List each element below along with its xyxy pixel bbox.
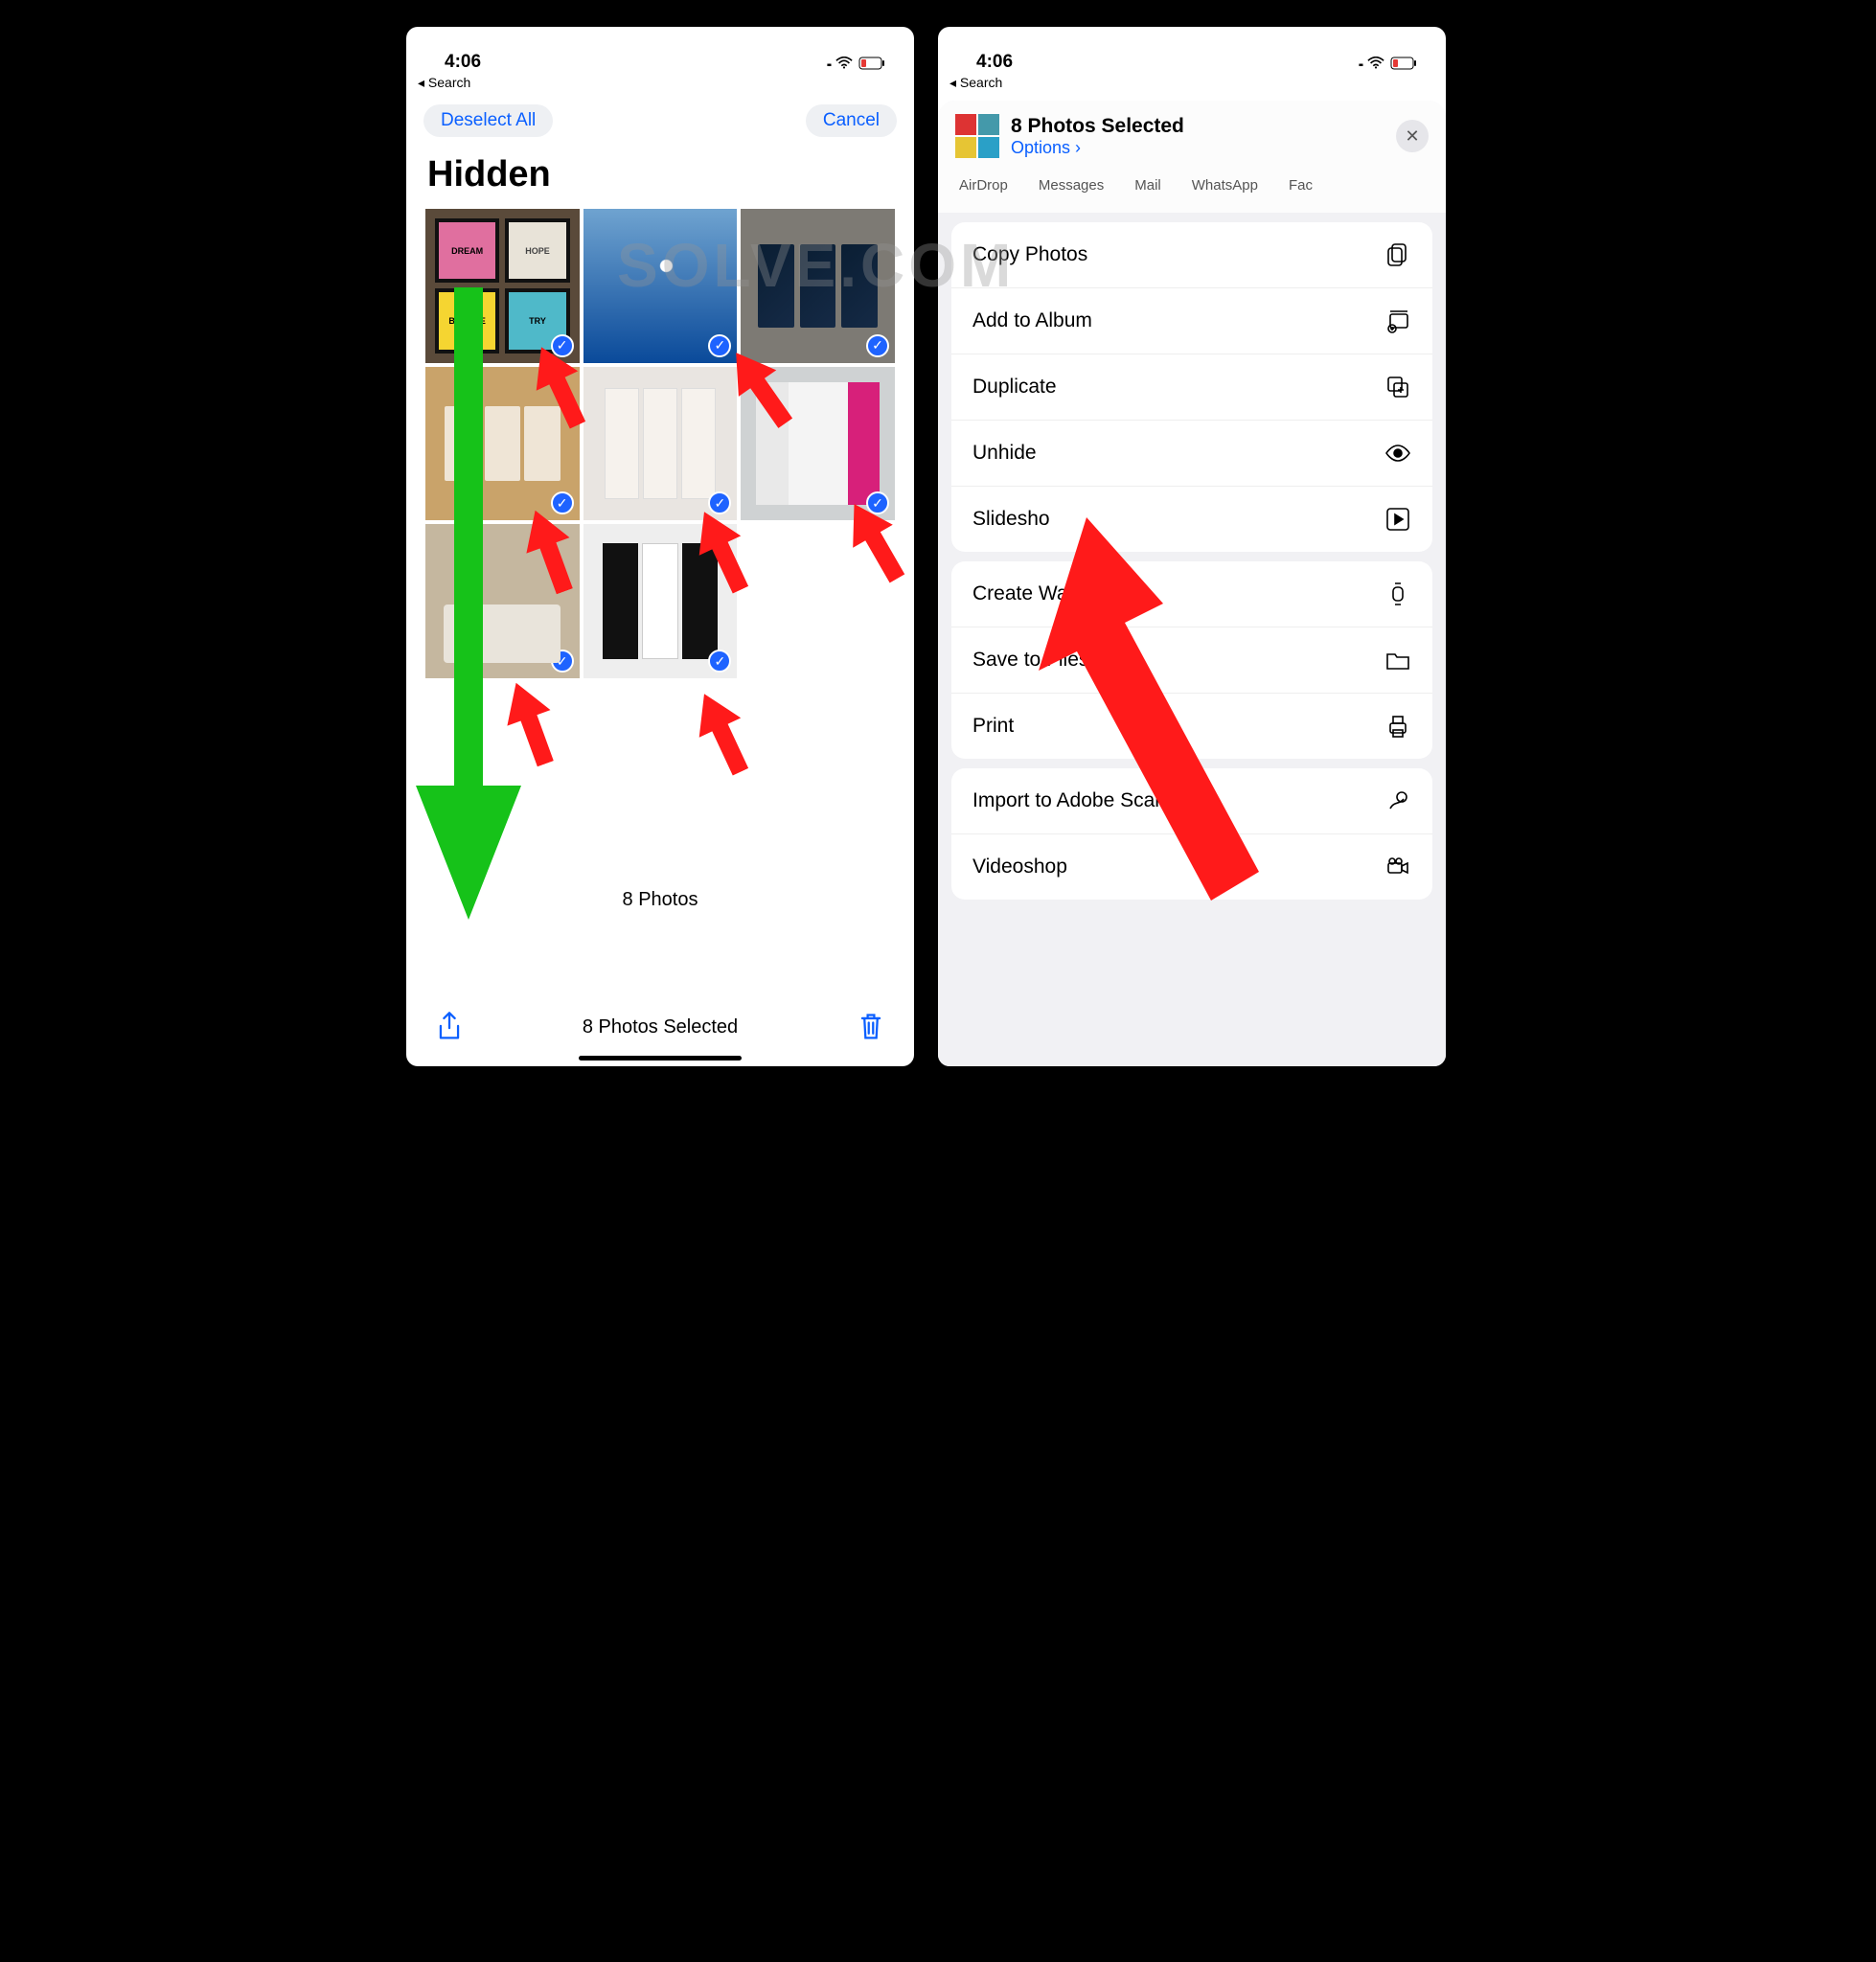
copy-icon bbox=[1384, 241, 1411, 268]
thumbnail-stack-icon bbox=[955, 114, 999, 158]
album-title: Hidden bbox=[406, 145, 914, 209]
close-icon[interactable]: ✕ bbox=[1396, 120, 1429, 152]
phone-left: 4:06 Search Deselect All Cancel Hidden D… bbox=[406, 27, 914, 1066]
options-link[interactable]: Options › bbox=[1011, 138, 1184, 158]
wifi-icon bbox=[835, 57, 853, 70]
battery-low-icon bbox=[1390, 57, 1417, 70]
add-to-album-row[interactable]: Add to Album bbox=[951, 288, 1432, 354]
duplicate-icon bbox=[1384, 374, 1411, 400]
print-icon bbox=[1384, 713, 1411, 740]
photo-thumb[interactable]: ✓ bbox=[425, 524, 580, 678]
scan-icon bbox=[1384, 787, 1411, 814]
photo-thumb[interactable]: ✓ bbox=[583, 209, 738, 363]
share-sheet: 8 Photos Selected Options › ✕ AirDrop Me… bbox=[938, 101, 1446, 1066]
share-icon[interactable] bbox=[435, 1011, 464, 1043]
share-targets-row[interactable]: AirDrop Messages Mail WhatsApp Fac bbox=[938, 171, 1446, 213]
status-time: 4:06 bbox=[976, 52, 1013, 73]
back-to-search[interactable]: Search bbox=[938, 75, 1446, 97]
share-target[interactable]: WhatsApp bbox=[1192, 177, 1258, 194]
folder-icon bbox=[1384, 647, 1411, 673]
selected-check-icon: ✓ bbox=[866, 491, 889, 514]
signal-icon bbox=[1359, 53, 1361, 73]
photo-thumb[interactable]: DREAM HOPE BELIEVE TRY ✓ bbox=[425, 209, 580, 363]
photo-thumb[interactable]: ✓ bbox=[583, 524, 738, 678]
bottom-toolbar: 8 Photos Selected bbox=[406, 997, 914, 1057]
photo-thumb[interactable]: ✓ bbox=[741, 367, 895, 521]
unhide-row[interactable]: Unhide bbox=[951, 421, 1432, 487]
battery-low-icon bbox=[858, 57, 885, 70]
status-bar: 4:06 bbox=[938, 27, 1446, 75]
status-icons bbox=[1359, 53, 1417, 73]
trash-icon[interactable] bbox=[857, 1011, 885, 1043]
selected-check-icon: ✓ bbox=[708, 491, 731, 514]
phone-right: 4:06 Search 8 Photos Selected Options › … bbox=[938, 27, 1446, 1066]
photo-thumb[interactable]: ✓ bbox=[425, 367, 580, 521]
share-target[interactable]: Messages bbox=[1039, 177, 1104, 194]
selected-check-icon: ✓ bbox=[708, 650, 731, 673]
share-header: 8 Photos Selected Options › ✕ bbox=[938, 101, 1446, 171]
selected-count: 8 Photos Selected bbox=[583, 1016, 738, 1038]
save-to-files-row[interactable]: Save to Files bbox=[951, 627, 1432, 694]
status-time: 4:06 bbox=[445, 52, 481, 73]
frame-dream: DREAM bbox=[435, 218, 499, 283]
status-bar: 4:06 bbox=[406, 27, 914, 75]
selected-check-icon: ✓ bbox=[551, 491, 574, 514]
album-add-icon bbox=[1384, 308, 1411, 334]
videoshop-row[interactable]: Videoshop bbox=[951, 834, 1432, 900]
slideshow-row[interactable]: Slidesho bbox=[951, 487, 1432, 552]
share-target[interactable]: Fac bbox=[1289, 177, 1313, 194]
photo-thumb[interactable]: ✓ bbox=[741, 209, 895, 363]
wifi-icon bbox=[1367, 57, 1384, 70]
home-indicator[interactable] bbox=[579, 1056, 742, 1061]
copy-photos-row[interactable]: Copy Photos bbox=[951, 222, 1432, 288]
selected-check-icon: ✓ bbox=[708, 334, 731, 357]
share-target[interactable]: AirDrop bbox=[959, 177, 1008, 194]
video-camera-icon bbox=[1384, 854, 1411, 880]
deselect-all-button[interactable]: Deselect All bbox=[423, 104, 553, 137]
action-group-3: Import to Adobe Scan Videoshop bbox=[951, 768, 1432, 900]
play-icon bbox=[1384, 506, 1411, 533]
action-group-2: Create Watch F Save to Files Print bbox=[951, 561, 1432, 759]
signal-icon bbox=[827, 53, 830, 73]
share-target[interactable]: Mail bbox=[1134, 177, 1161, 194]
selected-check-icon: ✓ bbox=[551, 650, 574, 673]
nav-row: Deselect All Cancel bbox=[406, 97, 914, 145]
photo-thumb[interactable]: ✓ bbox=[583, 367, 738, 521]
frame-hope: HOPE bbox=[505, 218, 569, 283]
frame-believe: BELIEVE bbox=[435, 288, 499, 353]
photo-count: 8 Photos bbox=[406, 889, 914, 911]
cancel-button[interactable]: Cancel bbox=[806, 104, 897, 137]
status-icons bbox=[827, 53, 885, 73]
selected-check-icon: ✓ bbox=[551, 334, 574, 357]
import-adobe-scan-row[interactable]: Import to Adobe Scan bbox=[951, 768, 1432, 834]
action-group-1: Copy Photos Add to Album Duplicate Unhid… bbox=[951, 222, 1432, 552]
print-row[interactable]: Print bbox=[951, 694, 1432, 759]
watch-icon bbox=[1384, 581, 1411, 607]
photo-grid: DREAM HOPE BELIEVE TRY ✓ ✓ ✓ ✓ ✓ ✓ ✓ ✓ bbox=[406, 209, 914, 678]
share-title: 8 Photos Selected bbox=[1011, 115, 1184, 138]
selected-check-icon: ✓ bbox=[866, 334, 889, 357]
eye-icon bbox=[1384, 440, 1411, 467]
tutorial-composite: 4:06 Search Deselect All Cancel Hidden D… bbox=[377, 19, 1499, 1076]
back-to-search[interactable]: Search bbox=[406, 75, 914, 97]
duplicate-row[interactable]: Duplicate bbox=[951, 354, 1432, 421]
create-watch-face-row[interactable]: Create Watch F bbox=[951, 561, 1432, 627]
empty-cell bbox=[741, 524, 895, 678]
